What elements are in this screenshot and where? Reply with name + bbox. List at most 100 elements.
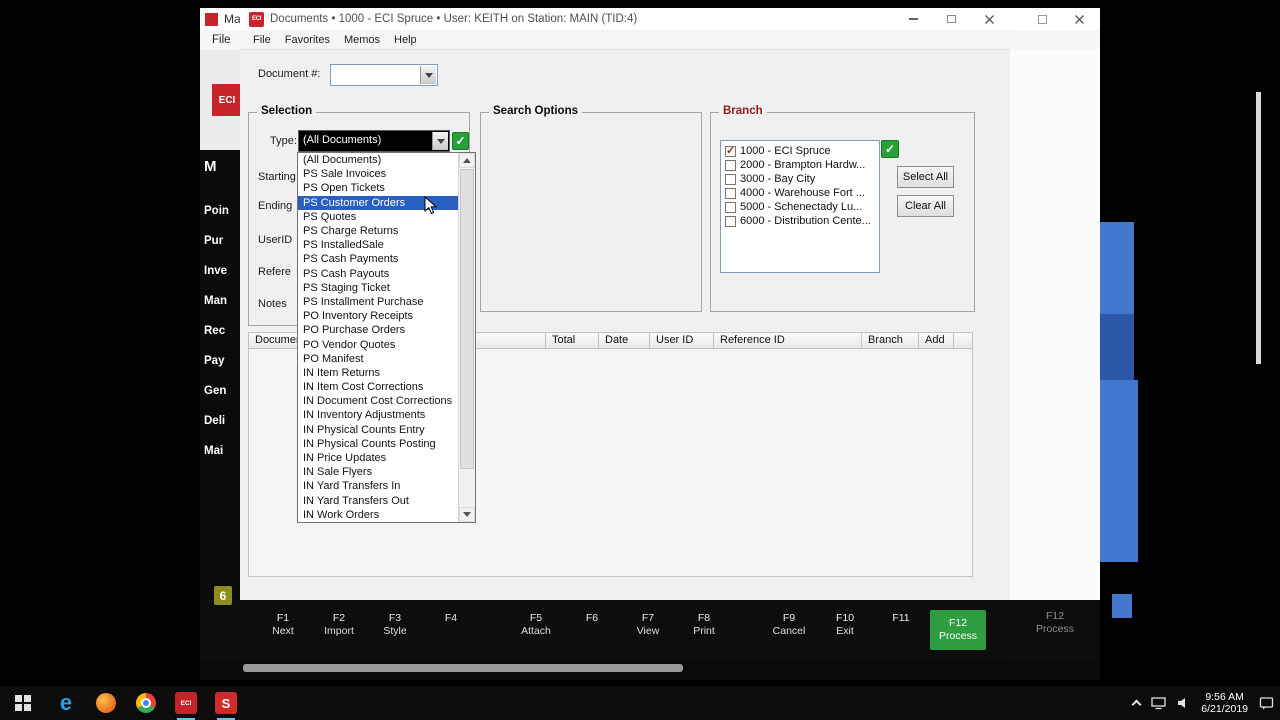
action-center-icon[interactable]	[1259, 696, 1274, 710]
sidebar-item[interactable]: Pur	[204, 235, 223, 247]
dropdown-item[interactable]: PS Staging Ticket	[298, 281, 458, 295]
column-filler	[954, 333, 972, 348]
dropdown-item[interactable]: IN Yard Transfers In	[298, 479, 458, 493]
f10-exit-button[interactable]: F10 Exit	[817, 612, 873, 638]
select-all-button[interactable]: Select All	[897, 166, 954, 188]
dropdown-item[interactable]: PS Cash Payments	[298, 252, 458, 266]
dropdown-item[interactable]: PS Open Tickets	[298, 181, 458, 195]
dropdown-item[interactable]: IN Item Cost Corrections	[298, 380, 458, 394]
f12-process-button[interactable]: F12 Process	[930, 610, 986, 650]
close-icon[interactable]	[1074, 14, 1085, 25]
checkbox-icon[interactable]	[725, 159, 736, 171]
f5-attach-button[interactable]: F5 Attach	[508, 612, 564, 638]
close-button[interactable]	[970, 8, 1008, 30]
scroll-down-button[interactable]	[459, 507, 475, 522]
network-icon[interactable]	[1151, 696, 1166, 710]
sidebar-item[interactable]: Mai	[204, 445, 223, 457]
branch-list[interactable]: 1000 - ECI Spruce 2000 - Brampton Hardw.…	[720, 140, 880, 273]
dropdown-item[interactable]: PO Purchase Orders	[298, 323, 458, 337]
sidebar-item[interactable]: Inve	[204, 265, 227, 277]
spruce-taskbar-icon[interactable]: S	[206, 686, 246, 720]
dropdown-arrow-button[interactable]	[432, 132, 448, 150]
dropdown-item[interactable]: IN Work Orders	[298, 508, 458, 522]
orange-app-taskbar-icon[interactable]	[86, 686, 126, 720]
sidebar-item[interactable]: Gen	[204, 385, 226, 397]
volume-icon[interactable]	[1177, 697, 1190, 709]
sidebar-item[interactable]: Man	[204, 295, 227, 307]
dropdown-item[interactable]: IN Price Updates	[298, 451, 458, 465]
scroll-up-button[interactable]	[459, 153, 475, 168]
checkbox-checked-icon[interactable]	[725, 144, 736, 157]
dropdown-item[interactable]: PS Sale Invoices	[298, 167, 458, 181]
branch-item[interactable]: 6000 - Distribution Cente...	[723, 214, 877, 228]
f7-view-button[interactable]: F7 View	[620, 612, 676, 638]
eci-taskbar-icon[interactable]: ECI	[166, 686, 206, 720]
dropdown-scrollbar[interactable]	[458, 153, 475, 522]
type-confirm-check-button[interactable]	[452, 132, 469, 150]
f11-button[interactable]: F11	[873, 612, 929, 638]
dropdown-item[interactable]: PS Installment Purchase	[298, 295, 458, 309]
maximize-icon[interactable]	[1038, 15, 1047, 24]
dropdown-item[interactable]: IN Inventory Adjustments	[298, 408, 458, 422]
document-number-combobox[interactable]	[330, 64, 438, 86]
column-user-id[interactable]: User ID	[650, 333, 714, 348]
checkbox-icon[interactable]	[725, 201, 736, 213]
dropdown-arrow-button[interactable]	[420, 66, 436, 84]
branch-item[interactable]: 2000 - Brampton Hardw...	[723, 158, 877, 172]
menu-help[interactable]: Help	[394, 34, 417, 46]
dropdown-item[interactable]: PO Vendor Quotes	[298, 337, 458, 351]
sidebar-item[interactable]: Poin	[204, 205, 229, 217]
type-combobox[interactable]: (All Documents)	[298, 130, 450, 152]
maximize-button[interactable]	[932, 8, 970, 30]
sidebar-item[interactable]: Deli	[204, 415, 225, 427]
background-f12-process[interactable]: F12 Process	[1024, 610, 1086, 636]
checkbox-icon[interactable]	[725, 215, 736, 227]
dropdown-item[interactable]: IN Document Cost Corrections	[298, 394, 458, 408]
dropdown-item[interactable]: PS Cash Payouts	[298, 267, 458, 281]
checkbox-icon[interactable]	[725, 173, 736, 185]
edge-taskbar-icon[interactable]	[46, 686, 86, 720]
f8-print-button[interactable]: F8 Print	[676, 612, 732, 638]
f9-cancel-button[interactable]: F9 Cancel	[761, 612, 817, 638]
branch-item[interactable]: 4000 - Warehouse Fort ...	[723, 186, 877, 200]
f4-button[interactable]: F4	[423, 612, 479, 638]
f1-next-button[interactable]: F1 Next	[255, 612, 311, 638]
f6-button[interactable]: F6	[564, 612, 620, 638]
titlebar[interactable]: ECI Documents • 1000 - ECI Spruce • User…	[240, 8, 1010, 30]
dropdown-item[interactable]: IN Yard Transfers Out	[298, 494, 458, 508]
minimize-button[interactable]	[894, 8, 932, 30]
sidebar-item[interactable]: Pay	[204, 355, 224, 367]
chrome-taskbar-icon[interactable]	[126, 686, 166, 720]
column-add[interactable]: Add	[919, 333, 954, 348]
menu-memos[interactable]: Memos	[344, 34, 380, 46]
dropdown-item[interactable]: IN Item Returns	[298, 366, 458, 380]
column-date[interactable]: Date	[599, 333, 650, 348]
column-reference-id[interactable]: Reference ID	[714, 333, 862, 348]
scrollbar-thumb[interactable]	[460, 169, 474, 469]
branch-item[interactable]: 3000 - Bay City	[723, 172, 877, 186]
menu-favorites[interactable]: Favorites	[285, 34, 330, 46]
f2-import-button[interactable]: F2 Import	[311, 612, 367, 638]
tray-expand-icon[interactable]	[1131, 699, 1142, 710]
sidebar-item[interactable]: Rec	[204, 325, 225, 337]
branch-item[interactable]: 5000 - Schenectady Lu...	[723, 200, 877, 214]
dropdown-item[interactable]: PS InstalledSale	[298, 238, 458, 252]
taskbar-clock[interactable]: 9:56 AM 6/21/2019	[1201, 691, 1248, 716]
dropdown-item[interactable]: PS Charge Returns	[298, 224, 458, 238]
checkbox-icon[interactable]	[725, 187, 736, 199]
start-button[interactable]	[0, 686, 46, 720]
dropdown-item[interactable]: PO Manifest	[298, 352, 458, 366]
column-total[interactable]: Total	[546, 333, 599, 348]
branch-item[interactable]: 1000 - ECI Spruce	[723, 144, 877, 158]
dropdown-item[interactable]: IN Physical Counts Posting	[298, 437, 458, 451]
horizontal-scrollbar-thumb[interactable]	[243, 664, 683, 672]
menu-file[interactable]: File	[253, 34, 271, 46]
column-branch[interactable]: Branch	[862, 333, 919, 348]
clear-all-button[interactable]: Clear All	[897, 195, 954, 217]
f3-style-button[interactable]: F3 Style	[367, 612, 423, 638]
dropdown-item[interactable]: IN Physical Counts Entry	[298, 423, 458, 437]
dropdown-item[interactable]: (All Documents)	[298, 153, 458, 167]
dropdown-item[interactable]: PO Inventory Receipts	[298, 309, 458, 323]
dropdown-item[interactable]: IN Sale Flyers	[298, 465, 458, 479]
branch-confirm-check-button[interactable]	[881, 140, 899, 158]
